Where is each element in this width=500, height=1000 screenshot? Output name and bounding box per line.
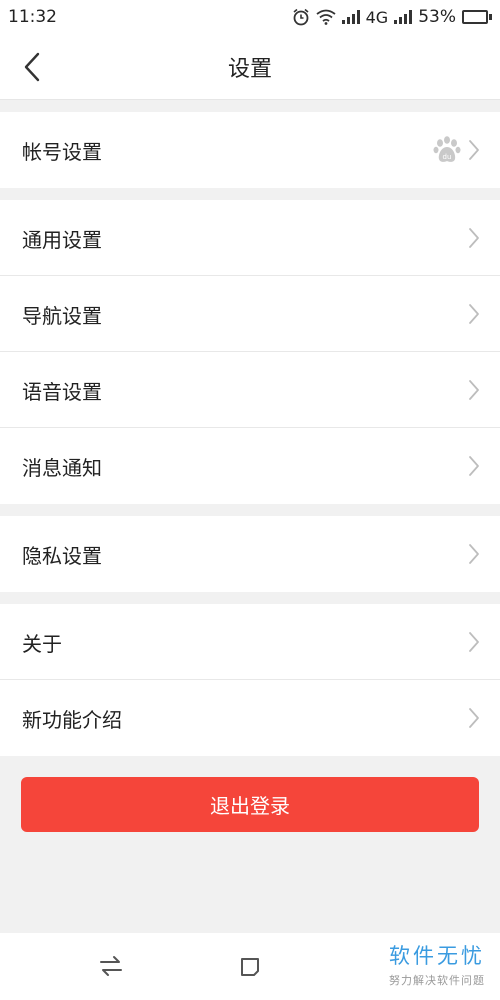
settings-item-general[interactable]: 通用设置 <box>0 200 500 276</box>
status-time: 11:32 <box>8 7 57 27</box>
battery-percent: 53% <box>418 7 456 27</box>
status-icons: 4G 53% <box>292 7 492 27</box>
settings-group-about: 关于 新功能介绍 <box>0 604 500 756</box>
watermark: 软件无忧 努力解决软件问题 <box>378 940 496 988</box>
chevron-left-icon <box>24 52 40 82</box>
settings-item-navigation[interactable]: 导航设置 <box>0 276 500 352</box>
watermark-title: 软件无忧 <box>389 944 485 968</box>
logout-button[interactable]: 退出登录 <box>21 777 479 832</box>
chevron-right-icon <box>468 631 480 653</box>
settings-item-label: 帐号设置 <box>22 139 102 164</box>
chevron-right-icon <box>468 455 480 477</box>
back-button[interactable] <box>14 48 50 86</box>
signal-icon-2 <box>394 10 413 24</box>
settings-item-notifications[interactable]: 消息通知 <box>0 428 500 504</box>
page-title: 设置 <box>227 56 272 82</box>
home-square-icon[interactable] <box>238 955 262 983</box>
wifi-icon <box>316 9 336 25</box>
network-type: 4G <box>365 7 389 27</box>
settings-item-label: 消息通知 <box>22 455 102 480</box>
watermark-subtitle: 努力解决软件问题 <box>389 974 485 987</box>
settings-item-label: 新功能介绍 <box>22 707 122 732</box>
settings-item-account[interactable]: 帐号设置 du <box>0 112 500 188</box>
chevron-right-icon <box>468 543 480 565</box>
svg-text:du: du <box>443 153 452 161</box>
settings-item-voice[interactable]: 语音设置 <box>0 352 500 428</box>
settings-group-account: 帐号设置 du <box>0 112 500 188</box>
settings-item-label: 通用设置 <box>22 227 102 252</box>
nav-bar: 设置 <box>0 34 500 100</box>
chevron-right-icon <box>468 227 480 249</box>
settings-item-label: 隐私设置 <box>22 543 102 568</box>
settings-group-general: 通用设置 导航设置 语音设置 消息通知 <box>0 200 500 504</box>
settings-item-about[interactable]: 关于 <box>0 604 500 680</box>
status-bar: 11:32 4G 53% <box>0 0 500 34</box>
chevron-right-icon <box>468 379 480 401</box>
signal-icon <box>341 10 360 24</box>
settings-item-label: 语音设置 <box>22 379 102 404</box>
switch-apps-icon[interactable] <box>98 955 124 981</box>
baidu-paw-icon: du <box>432 135 462 165</box>
alarm-icon <box>292 8 310 26</box>
chevron-right-icon <box>468 707 480 729</box>
settings-item-privacy[interactable]: 隐私设置 <box>0 516 500 592</box>
settings-item-label: 导航设置 <box>22 303 102 328</box>
settings-item-label: 关于 <box>22 631 62 656</box>
settings-group-privacy: 隐私设置 <box>0 516 500 592</box>
chevron-right-icon <box>468 303 480 325</box>
battery-icon <box>462 10 492 24</box>
settings-item-whats-new[interactable]: 新功能介绍 <box>0 680 500 756</box>
chevron-right-icon <box>468 139 480 161</box>
